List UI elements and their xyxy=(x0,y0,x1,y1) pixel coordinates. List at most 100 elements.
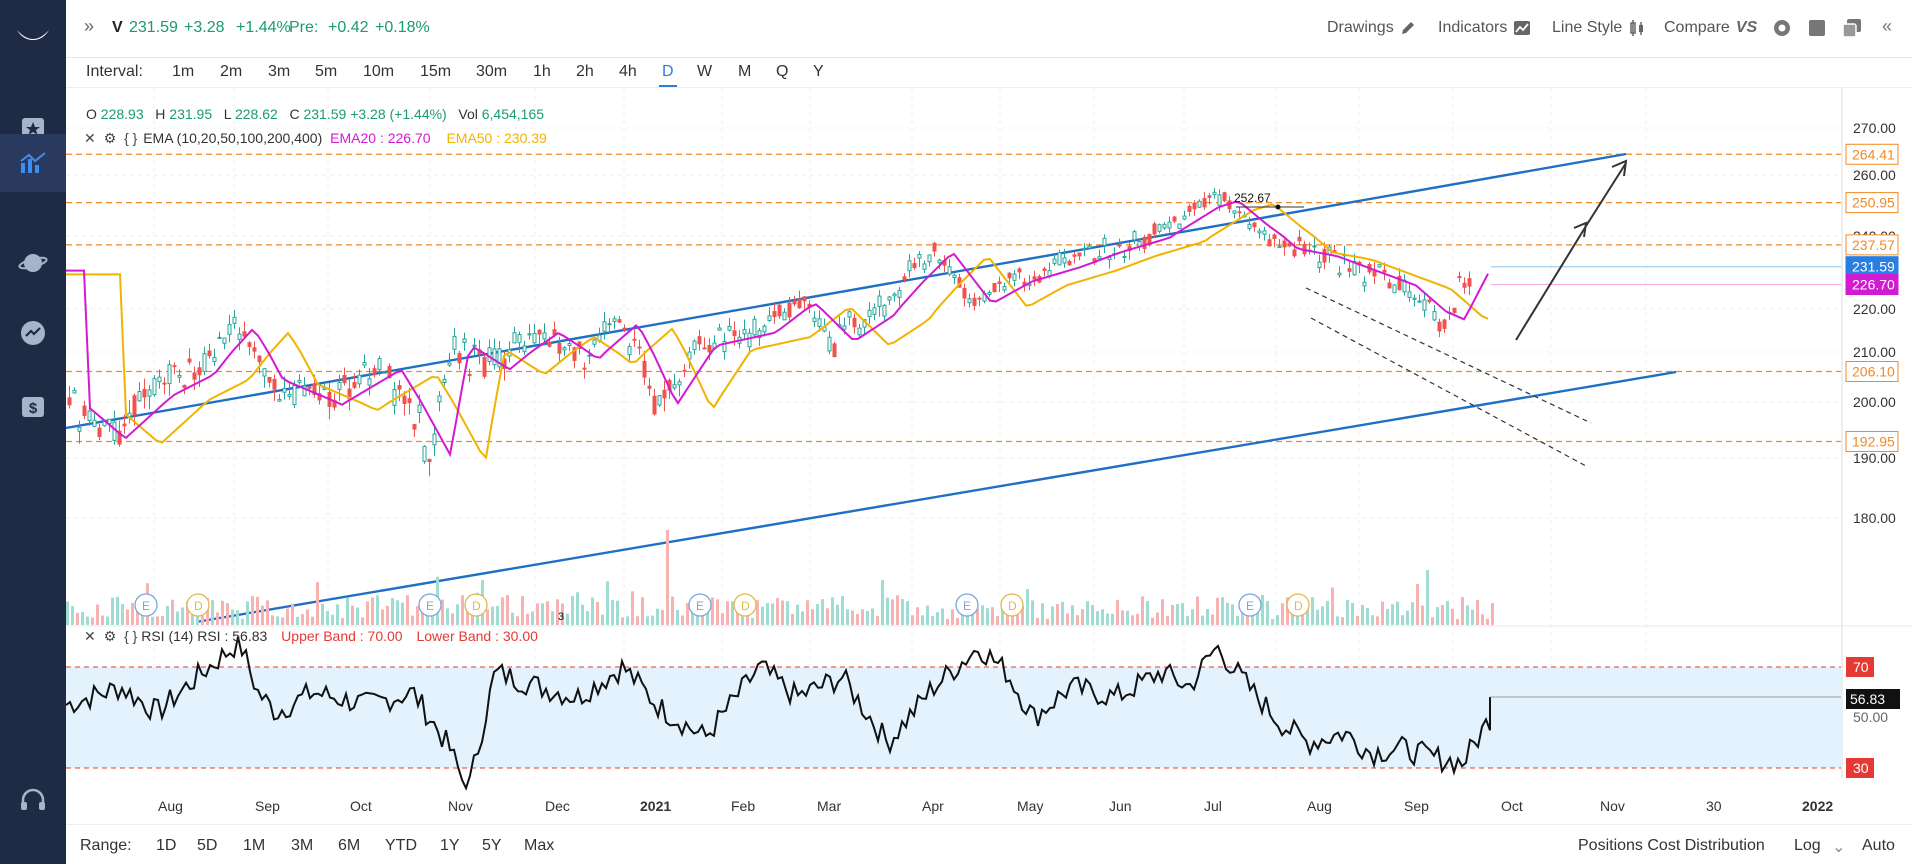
candle-body xyxy=(912,263,917,269)
volume-bar xyxy=(1146,601,1149,625)
price-badge-value: 231.59 xyxy=(1852,259,1895,275)
candle-body xyxy=(612,318,617,322)
interval-10m[interactable]: 10m xyxy=(363,63,394,81)
high-value: 231.95 xyxy=(169,106,213,122)
volume-bar xyxy=(1086,601,1089,625)
interval-bar: Interval: 1m 2m 3m 5m 10m 15m 30m 1h 2h … xyxy=(66,57,1912,88)
rsi-settings-icon[interactable]: ⚙ xyxy=(104,628,117,644)
log-scale-button[interactable]: Log xyxy=(1794,837,1821,855)
interval-15m[interactable]: 15m xyxy=(420,63,451,81)
interval-30m[interactable]: 30m xyxy=(476,63,507,81)
ema-close-icon[interactable]: ✕ xyxy=(84,130,96,146)
volume-bar xyxy=(826,608,829,625)
auto-scale-button[interactable]: Auto xyxy=(1862,837,1895,855)
interval-3m[interactable]: 3m xyxy=(268,63,290,81)
volume-bar xyxy=(1041,603,1044,625)
volume-bar xyxy=(316,582,319,625)
interval-y[interactable]: Y xyxy=(813,63,824,81)
volume-bar xyxy=(461,595,464,625)
range-3m[interactable]: 3M xyxy=(291,837,313,855)
drawings-button[interactable]: Drawings xyxy=(1327,19,1416,37)
positions-cost-distribution-button[interactable]: Positions Cost Distribution xyxy=(1578,837,1765,855)
fullscreen-icon[interactable] xyxy=(1808,19,1826,37)
volume-bar xyxy=(1416,583,1419,625)
expand-chevron-icon[interactable]: » xyxy=(84,16,94,37)
ema-code-icon[interactable]: { } xyxy=(124,130,137,146)
collapse-panel-icon[interactable]: « xyxy=(1882,16,1892,37)
range-6m[interactable]: 6M xyxy=(338,837,360,855)
time-axis-label: 2022 xyxy=(1802,798,1833,814)
range-1d[interactable]: 1D xyxy=(156,837,176,855)
candle-body xyxy=(1452,307,1457,313)
time-axis-label: Mar xyxy=(817,798,841,814)
ema-settings-icon[interactable]: ⚙ xyxy=(104,130,117,146)
candle-body xyxy=(1442,319,1447,329)
compare-button[interactable]: Compare VS xyxy=(1664,19,1757,37)
candle-body xyxy=(962,287,967,299)
layout-windows-icon[interactable] xyxy=(1842,18,1862,38)
planet-icon[interactable] xyxy=(0,236,66,290)
candle-body xyxy=(1187,205,1192,212)
candle-body xyxy=(482,356,487,377)
candle-body xyxy=(967,298,972,304)
chart-area[interactable]: 270.00260.00240.00220.00210.00200.00190.… xyxy=(66,88,1912,823)
interval-m[interactable]: M xyxy=(738,63,751,81)
volume-bar xyxy=(1276,615,1279,625)
chart-icon[interactable] xyxy=(0,134,66,192)
interval-q[interactable]: Q xyxy=(776,63,788,81)
range-5y[interactable]: 5Y xyxy=(482,837,502,855)
candle-body xyxy=(1312,245,1317,248)
earnings-marker-label: E xyxy=(963,599,971,613)
candle-body xyxy=(1052,258,1057,264)
volume-bar xyxy=(1371,615,1374,625)
interval-d[interactable]: D xyxy=(659,63,677,87)
open-label: O xyxy=(86,106,97,122)
price-chart-svg[interactable]: 270.00260.00240.00220.00210.00200.00190.… xyxy=(66,88,1912,823)
volume-bar xyxy=(951,609,954,625)
range-1y[interactable]: 1Y xyxy=(440,837,460,855)
rsi-upper-band: Upper Band : 70.00 xyxy=(281,628,403,644)
candle-body xyxy=(977,297,982,300)
range-1m[interactable]: 1M xyxy=(243,837,265,855)
candle-body xyxy=(1182,215,1187,220)
range-5d[interactable]: 5D xyxy=(197,837,217,855)
volume-bar xyxy=(1446,600,1449,625)
interval-w[interactable]: W xyxy=(697,63,712,81)
volume-bar xyxy=(366,601,369,625)
settings-gear-icon[interactable] xyxy=(1772,18,1792,38)
candle-body xyxy=(782,311,787,321)
range-ytd[interactable]: YTD xyxy=(385,837,417,855)
interval-2m[interactable]: 2m xyxy=(220,63,242,81)
interval-4h[interactable]: 4h xyxy=(619,63,637,81)
candle-body xyxy=(372,368,377,376)
logo-icon[interactable] xyxy=(0,0,66,66)
support-headset-icon[interactable] xyxy=(0,774,66,828)
candle-body xyxy=(1462,282,1467,288)
volume-bar xyxy=(501,597,504,625)
interval-5m[interactable]: 5m xyxy=(315,63,337,81)
dollar-icon[interactable]: $ xyxy=(0,380,66,434)
time-axis-label: Oct xyxy=(1501,798,1523,814)
candle-body xyxy=(607,323,612,326)
log-dropdown-chevron-icon[interactable]: ⌄ xyxy=(1832,837,1845,857)
trend-icon[interactable] xyxy=(0,306,66,360)
candle-body xyxy=(582,367,587,370)
indicators-label: Indicators xyxy=(1438,19,1508,36)
volume-bar xyxy=(106,616,109,625)
candle-body xyxy=(1427,299,1432,303)
rsi-code-icon[interactable]: { } xyxy=(124,628,137,644)
range-max[interactable]: Max xyxy=(524,837,554,855)
interval-1m[interactable]: 1m xyxy=(172,63,194,81)
interval-2h[interactable]: 2h xyxy=(576,63,594,81)
candle-body xyxy=(1132,231,1137,241)
candle-body xyxy=(217,336,222,339)
volume-bar xyxy=(331,614,334,625)
earnings-marker-label: E xyxy=(142,599,150,613)
line-style-button[interactable]: Line Style xyxy=(1552,19,1646,37)
interval-1h[interactable]: 1h xyxy=(533,63,551,81)
volume-bar xyxy=(211,600,214,625)
rsi-close-icon[interactable]: ✕ xyxy=(84,628,96,644)
indicators-button[interactable]: Indicators xyxy=(1438,19,1531,37)
candle-body xyxy=(772,311,777,318)
volume-bar xyxy=(496,606,499,625)
